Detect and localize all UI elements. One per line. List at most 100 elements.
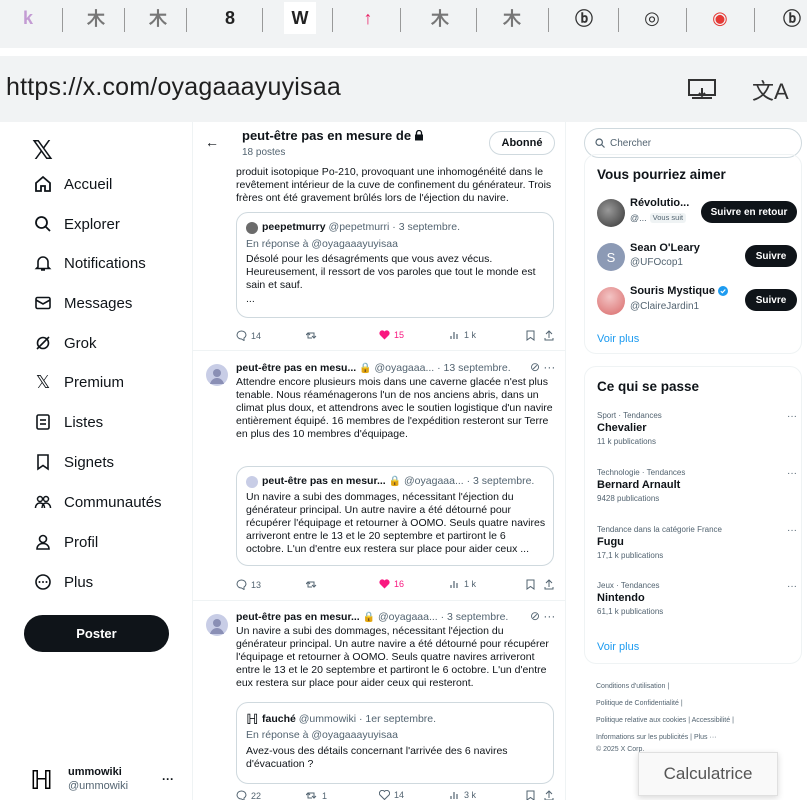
tweet-actions: 14 15 1 k bbox=[236, 330, 554, 344]
profile-icon bbox=[32, 531, 54, 553]
share-button[interactable] bbox=[544, 790, 554, 800]
follow-back-button[interactable]: Suivre en retour bbox=[701, 201, 797, 223]
views-stat[interactable]: 3 k bbox=[450, 790, 476, 800]
nav-explore[interactable]: Explorer bbox=[32, 210, 120, 238]
suggestion-row[interactable]: Souris Mystique @ClaireJardin1 Suivre bbox=[597, 283, 797, 319]
suggestion-row[interactable]: Révolutio... @... Vous suit Suivre en ret… bbox=[597, 195, 797, 231]
trend-count: 9428 publications bbox=[597, 494, 660, 503]
suggestion-handle: @UFOcop1 bbox=[630, 257, 683, 268]
quoted-tweet[interactable]: peepetmurry @pepetmurri · 3 septembre. E… bbox=[236, 212, 554, 318]
post-count: 18 postes bbox=[242, 147, 286, 158]
trend-item[interactable]: Tendance dans la catégorie France Fugu 1… bbox=[597, 525, 797, 560]
tab-favicon-4[interactable]: 8 bbox=[214, 2, 246, 34]
bookmark-button[interactable] bbox=[526, 330, 535, 341]
follow-button[interactable]: Suivre bbox=[745, 289, 797, 311]
reply-button[interactable]: 14 bbox=[236, 330, 261, 341]
tab-favicon-1[interactable]: k bbox=[12, 2, 44, 34]
nav-label: Signets bbox=[64, 453, 115, 471]
more-icon[interactable]: ⊘ ··· bbox=[530, 360, 555, 374]
x-logo-icon[interactable]: 𝕏 bbox=[32, 135, 53, 166]
tweet-author: peut-être pas en mesu... bbox=[236, 362, 357, 374]
footer-link[interactable]: Politique relative aux cookies bbox=[596, 717, 686, 724]
nav-home[interactable]: Accueil bbox=[32, 170, 112, 198]
retweet-button[interactable] bbox=[306, 330, 318, 341]
post-button[interactable]: Poster bbox=[24, 615, 169, 652]
more-icon[interactable]: ⊘ ··· bbox=[530, 609, 555, 623]
footer-link[interactable]: Politique de Confidentialité bbox=[596, 700, 679, 707]
tab-favicon-12[interactable]: ⓑ bbox=[776, 2, 807, 34]
tab-favicon-2[interactable]: 木 bbox=[80, 2, 112, 34]
like-button[interactable]: 15 bbox=[379, 330, 404, 340]
tab-favicon-5[interactable]: W bbox=[284, 2, 316, 34]
tab-favicon-6[interactable]: ↑ bbox=[352, 2, 384, 34]
nav-grok[interactable]: Grok bbox=[32, 329, 97, 357]
url-text[interactable]: https://x.com/oyagaaayuyisaa bbox=[6, 73, 341, 102]
tab-favicon-3[interactable]: 木 bbox=[142, 2, 174, 34]
trend-more-icon[interactable]: ··· bbox=[787, 411, 797, 422]
nav-premium[interactable]: 𝕏 Premium bbox=[32, 368, 124, 396]
follow-button[interactable]: Suivre bbox=[745, 245, 797, 267]
tab-favicon-9[interactable]: ⓑ bbox=[568, 2, 600, 34]
reply-button[interactable]: 22 bbox=[236, 790, 261, 800]
trend-item[interactable]: Sport · Tendances Chevalier 11 k publica… bbox=[597, 411, 797, 446]
nav-notifications[interactable]: Notifications bbox=[32, 249, 146, 277]
account-switcher[interactable]: ℍ ummowiki @ummowiki ··· bbox=[30, 762, 190, 798]
quote-author: fauché bbox=[262, 713, 296, 725]
views-stat[interactable]: 1 k bbox=[450, 330, 476, 340]
suggestion-handle: @... bbox=[630, 213, 647, 223]
footer-link[interactable]: Conditions d'utilisation bbox=[596, 683, 665, 690]
back-arrow-icon[interactable]: ← bbox=[205, 134, 219, 150]
retweet-button[interactable]: 1 bbox=[306, 790, 327, 800]
bookmark-button[interactable] bbox=[526, 790, 535, 800]
tab-separator bbox=[124, 8, 125, 32]
share-button[interactable] bbox=[544, 579, 554, 590]
reply-button[interactable]: 13 bbox=[236, 579, 261, 590]
footer-links: Conditions d'utilisation | Politique de … bbox=[596, 678, 796, 754]
translate-icon[interactable]: 文A bbox=[752, 74, 789, 106]
nav-lists[interactable]: Listes bbox=[32, 408, 103, 436]
tab-favicon-11[interactable]: ◉ bbox=[704, 2, 736, 34]
footer-link[interactable]: Informations sur les publicités bbox=[596, 734, 688, 741]
following-button[interactable]: Abonné bbox=[489, 131, 555, 155]
nav-label: Communautés bbox=[64, 493, 162, 511]
tab-favicon-8[interactable]: 木 bbox=[496, 2, 528, 34]
trend-more-icon[interactable]: ··· bbox=[787, 525, 797, 536]
footer-link[interactable]: Accessibilité bbox=[692, 717, 731, 724]
bookmark-button[interactable] bbox=[526, 579, 535, 590]
quote-meta: @oyagaaa... · 3 septembre. bbox=[404, 475, 535, 487]
nav-communities[interactable]: Communautés bbox=[32, 488, 162, 516]
tweet-text: produit isotopique Po-210, provoquant un… bbox=[236, 166, 552, 204]
tab-favicon-7[interactable]: 木 bbox=[424, 2, 456, 34]
like-button[interactable]: 16 bbox=[379, 579, 404, 589]
nav-more[interactable]: Plus bbox=[32, 568, 93, 596]
trend-item[interactable]: Technologie · Tendances Bernard Arnault … bbox=[597, 468, 797, 503]
share-button[interactable] bbox=[544, 330, 554, 341]
page-title: peut-être pas en mesure de bbox=[242, 128, 424, 143]
see-more-link[interactable]: Voir plus bbox=[597, 333, 639, 345]
trend-count: 61,1 k publications bbox=[597, 607, 664, 616]
search-placeholder: Chercher bbox=[610, 137, 652, 149]
bookmark-icon bbox=[526, 330, 535, 341]
reply-context: En réponse à @oyagaaayuyisaa bbox=[246, 238, 398, 250]
trend-name: Bernard Arnault bbox=[597, 479, 681, 491]
grok-icon bbox=[32, 332, 54, 354]
like-button[interactable]: 14 bbox=[379, 790, 404, 800]
see-more-link[interactable]: Voir plus bbox=[597, 641, 639, 653]
footer-link[interactable]: Plus ··· bbox=[694, 734, 717, 741]
quoted-tweet[interactable]: ℍ fauché @ummowiki · 1er septembre. En r… bbox=[236, 702, 554, 784]
trend-context: Technologie · Tendances bbox=[597, 468, 686, 477]
cast-icon[interactable] bbox=[688, 78, 716, 100]
nav-messages[interactable]: Messages bbox=[32, 289, 132, 317]
quoted-tweet[interactable]: peut-être pas en mesur... 🔒 @oyagaaa... … bbox=[236, 466, 554, 566]
quote-meta: @pepetmurri · 3 septembre. bbox=[328, 221, 460, 233]
trend-more-icon[interactable]: ··· bbox=[787, 468, 797, 479]
tab-favicon-10[interactable]: ◎ bbox=[636, 2, 668, 34]
suggestion-row[interactable]: S Sean O'Leary @UFOcop1 Suivre bbox=[597, 239, 797, 275]
retweet-button[interactable] bbox=[306, 579, 318, 590]
nav-profile[interactable]: Profil bbox=[32, 528, 98, 556]
nav-bookmarks[interactable]: Signets bbox=[32, 448, 114, 476]
account-more-icon[interactable]: ··· bbox=[162, 772, 174, 786]
trend-more-icon[interactable]: ··· bbox=[787, 581, 797, 592]
views-stat[interactable]: 1 k bbox=[450, 579, 476, 589]
trend-item[interactable]: Jeux · Tendances Nintendo 61,1 k publica… bbox=[597, 581, 797, 616]
